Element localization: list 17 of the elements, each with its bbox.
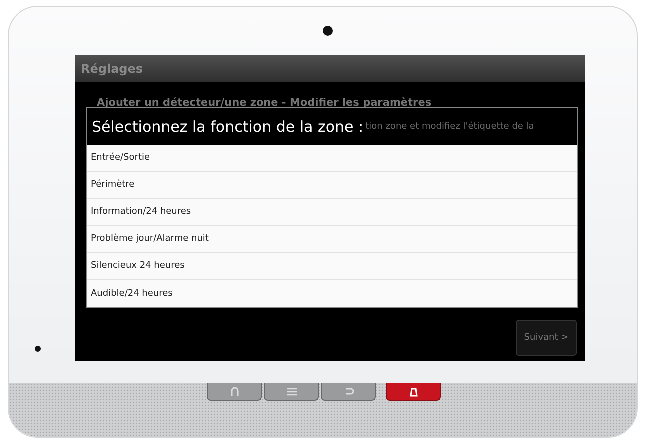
option-item[interactable]: Problème jour/Alarme nuit [87, 226, 577, 253]
option-item[interactable]: Information/24 heures [87, 199, 577, 226]
screen-title: Réglages [81, 62, 144, 76]
option-item[interactable]: Silencieux 24 heures [87, 253, 577, 280]
dialog-title: Sélectionnez la fonction de la zone : [92, 118, 364, 136]
next-button[interactable]: Suivant > [516, 320, 577, 356]
screen-subheading: Ajouter un détecteur/une zone - Modifier les paramètres [97, 97, 432, 109]
option-item[interactable]: Périmètre [87, 172, 577, 199]
alarm-key-icon[interactable] [386, 383, 441, 401]
indicator-light-icon [35, 346, 41, 352]
back-key-icon[interactable] [321, 383, 376, 401]
camera-icon [323, 26, 333, 36]
menu-key-icon[interactable] [264, 383, 319, 401]
home-key-icon[interactable] [207, 383, 262, 401]
covered-text: tion zone et modifiez l'étiquette de la [366, 122, 534, 132]
option-item[interactable]: Audible/24 heures [87, 280, 577, 307]
option-item[interactable]: Entrée/Sortie [87, 145, 577, 172]
